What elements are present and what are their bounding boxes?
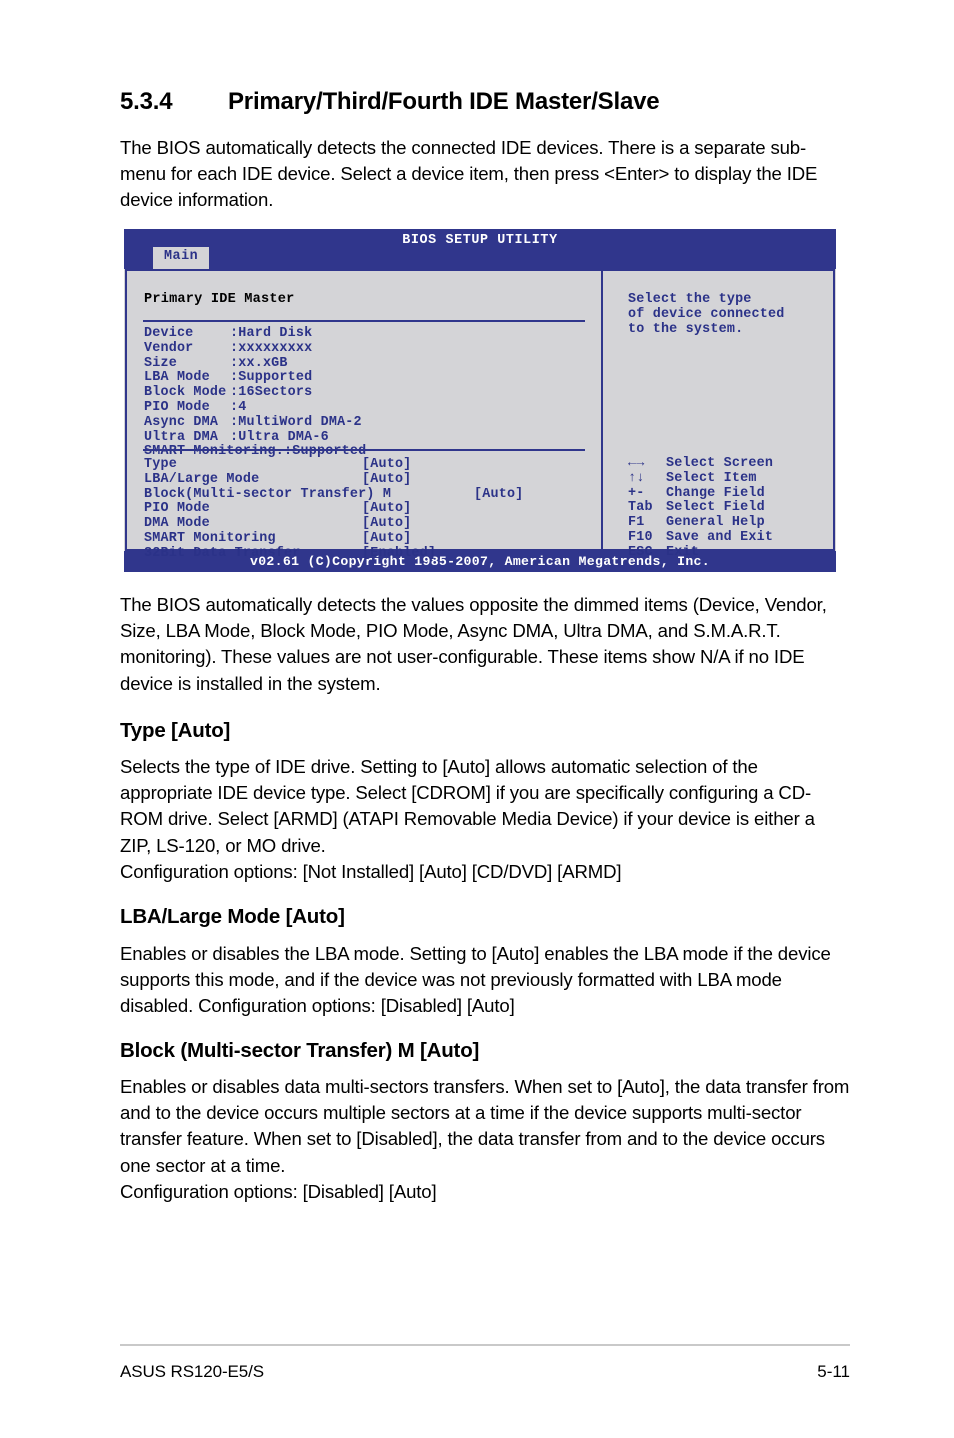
footer-divider [120,1344,850,1346]
divider-top [143,320,585,322]
info-value: :Hard Disk [230,326,313,341]
info-key: Block Mode [144,385,227,401]
bios-panel-heading: Primary IDE Master [144,292,295,307]
key-legend-desc: Select Screen [666,456,774,471]
option-label: LBA/Large Mode [144,471,260,487]
bios-option-row-dma-mode[interactable]: DMA Mode [Auto] [144,516,584,532]
info-row: Size :xx.xGB [144,355,366,372]
section-number: 5.3.4 [120,88,173,115]
info-row: Vendor :xxxxxxxxx [144,340,366,357]
info-value: :Supported [230,370,313,386]
info-key: Ultra DMA [144,429,219,445]
option-value[interactable]: [Auto] [362,472,411,488]
option-label: Type [144,457,177,472]
info-value: :16Sectors [230,385,313,401]
bios-option-row-block-multi-sector[interactable]: Block(Multi-sector Transfer) M [Auto] [144,486,584,503]
bios-option-row-type[interactable]: Type [Auto] [144,457,584,473]
key-legend-row: ←→ Select Screen [628,456,774,472]
info-row: Block Mode :16Sectors [144,385,366,401]
info-row: Async DMA :MultiWord DMA-2 [144,414,366,431]
option-label: SMART Monitoring [144,530,276,546]
info-key: LBA Mode [144,370,210,386]
footer-product-name: ASUS RS120-E5/S [120,1362,265,1381]
info-key: Size [144,355,177,371]
info-value: :Ultra DMA-6 [230,429,329,445]
info-key: Device [144,326,194,341]
bios-setup-screenshot: BIOS SETUP UTILITY Main Primary IDE Mast… [124,229,836,572]
key-legend-row: F10 Save and Exit [628,529,774,546]
key-legend-key: ESC [628,544,653,560]
key-legend-key: F1 [628,515,645,531]
info-row: LBA Mode :Supported [144,371,366,386]
paragraph-type: Selects the type of IDE drive. Setting t… [120,756,815,882]
option-label: DMA Mode [144,516,210,532]
key-legend-desc: General Help [666,515,765,531]
bios-option-row-lba-large-mode[interactable]: LBA/Large Mode [Auto] [144,471,584,488]
document-page: 5.3.4 Primary/Third/Fourth IDE Master/Sl… [0,0,954,1438]
arrows-left-right-icon: ←→ [628,456,645,471]
bios-options-list: Type [Auto] LBA/Large Mode [Auto] Block(… [144,457,584,562]
key-legend-desc: Select Field [666,500,765,516]
key-legend-row: F1 General Help [628,515,773,531]
info-value: :xx.xGB [230,355,288,371]
bios-tab-main[interactable]: Main [153,247,210,269]
subheading-block-multi-sector: Block (Multi-sector Transfer) M [Auto] [120,1039,480,1062]
info-key: Async DMA [144,414,219,430]
option-label: PIO Mode [144,501,210,517]
option-value[interactable]: [Auto] [362,531,411,547]
paragraph-block-multi-sector: Enables or disables data multi-sectors t… [120,1076,850,1202]
info-key: PIO Mode [144,399,210,415]
subheading-type: Type [Auto] [120,719,231,742]
post-screenshot-paragraph: The BIOS automatically detects the value… [120,594,827,694]
option-value[interactable]: [Auto] [362,457,411,473]
section-title: Primary/Third/Fourth IDE Master/Slave [228,88,660,115]
subheading-lba-large-mode: LBA/Large Mode [Auto] [120,905,345,928]
intro-paragraph: The BIOS automatically detects the conne… [120,137,818,211]
section-heading: 5.3.4 Primary/Third/Fourth IDE Master/Sl… [120,88,850,116]
divider-bottom [143,449,585,451]
info-row: Device :Hard Disk [144,326,366,342]
option-value[interactable]: [Auto] [362,516,411,532]
arrows-up-down-icon: ↑↓ [628,470,645,486]
key-legend-row: +- Change Field [628,485,773,502]
key-legend-row: ↑↓ Select Item [628,470,773,487]
info-row: PIO Mode :4 [144,399,366,416]
bios-option-row-pio-mode[interactable]: PIO Mode [Auto] [144,502,584,517]
option-value[interactable]: [Auto] [362,502,411,517]
bios-device-info-list: Device :Hard Disk Vendor :xxxxxxxxx Size… [144,326,366,460]
info-row: Ultra DMA :Ultra DMA-6 [144,429,366,446]
bios-help-panel: Select the type of device connected to t… [605,271,833,560]
key-legend-row: ESC Exit [628,544,773,561]
option-label: 32Bit Data Transfer [144,545,301,561]
bios-key-legend: ←→ Select Screen ↑↓ Select Item +- Chang… [628,456,774,561]
key-legend-key: +- [628,485,645,501]
key-legend-desc: Save and Exit [666,529,774,545]
key-legend-desc: Select Item [666,470,757,486]
option-value[interactable]: [Enabled] [362,546,436,562]
info-value: :xxxxxxxxx [230,340,313,356]
bios-option-row-smart-monitoring[interactable]: SMART Monitoring [Auto] [144,530,584,547]
key-legend-desc: Exit [666,544,699,560]
key-legend-row: Tab Select Field [628,501,773,516]
info-value: :4 [230,399,247,415]
key-legend-key: Tab [628,500,653,516]
bios-utility-title: BIOS SETUP UTILITY [402,233,558,248]
bios-left-panel: Primary IDE Master Device :Hard Disk Ven… [127,271,603,561]
footer-page-number: 5-11 [817,1362,850,1381]
key-legend-key: F10 [628,529,653,545]
bios-help-text: Select the type of device connected to t… [628,292,785,337]
bios-option-row-32bit-data-transfer[interactable]: 32Bit Data Transfer [Enabled] [144,545,584,562]
bios-content-area: Primary IDE Master Device :Hard Disk Ven… [125,269,835,561]
option-value[interactable]: [Auto] [474,487,523,503]
info-value: :MultiWord DMA-2 [230,414,362,430]
paragraph-lba-large-mode: Enables or disables the LBA mode. Settin… [120,943,831,1017]
option-label: Block(Multi-sector Transfer) M [144,486,392,502]
info-key: Vendor [144,340,194,356]
bios-title-bar: BIOS SETUP UTILITY Main [124,229,836,269]
key-legend-desc: Change Field [666,485,765,501]
